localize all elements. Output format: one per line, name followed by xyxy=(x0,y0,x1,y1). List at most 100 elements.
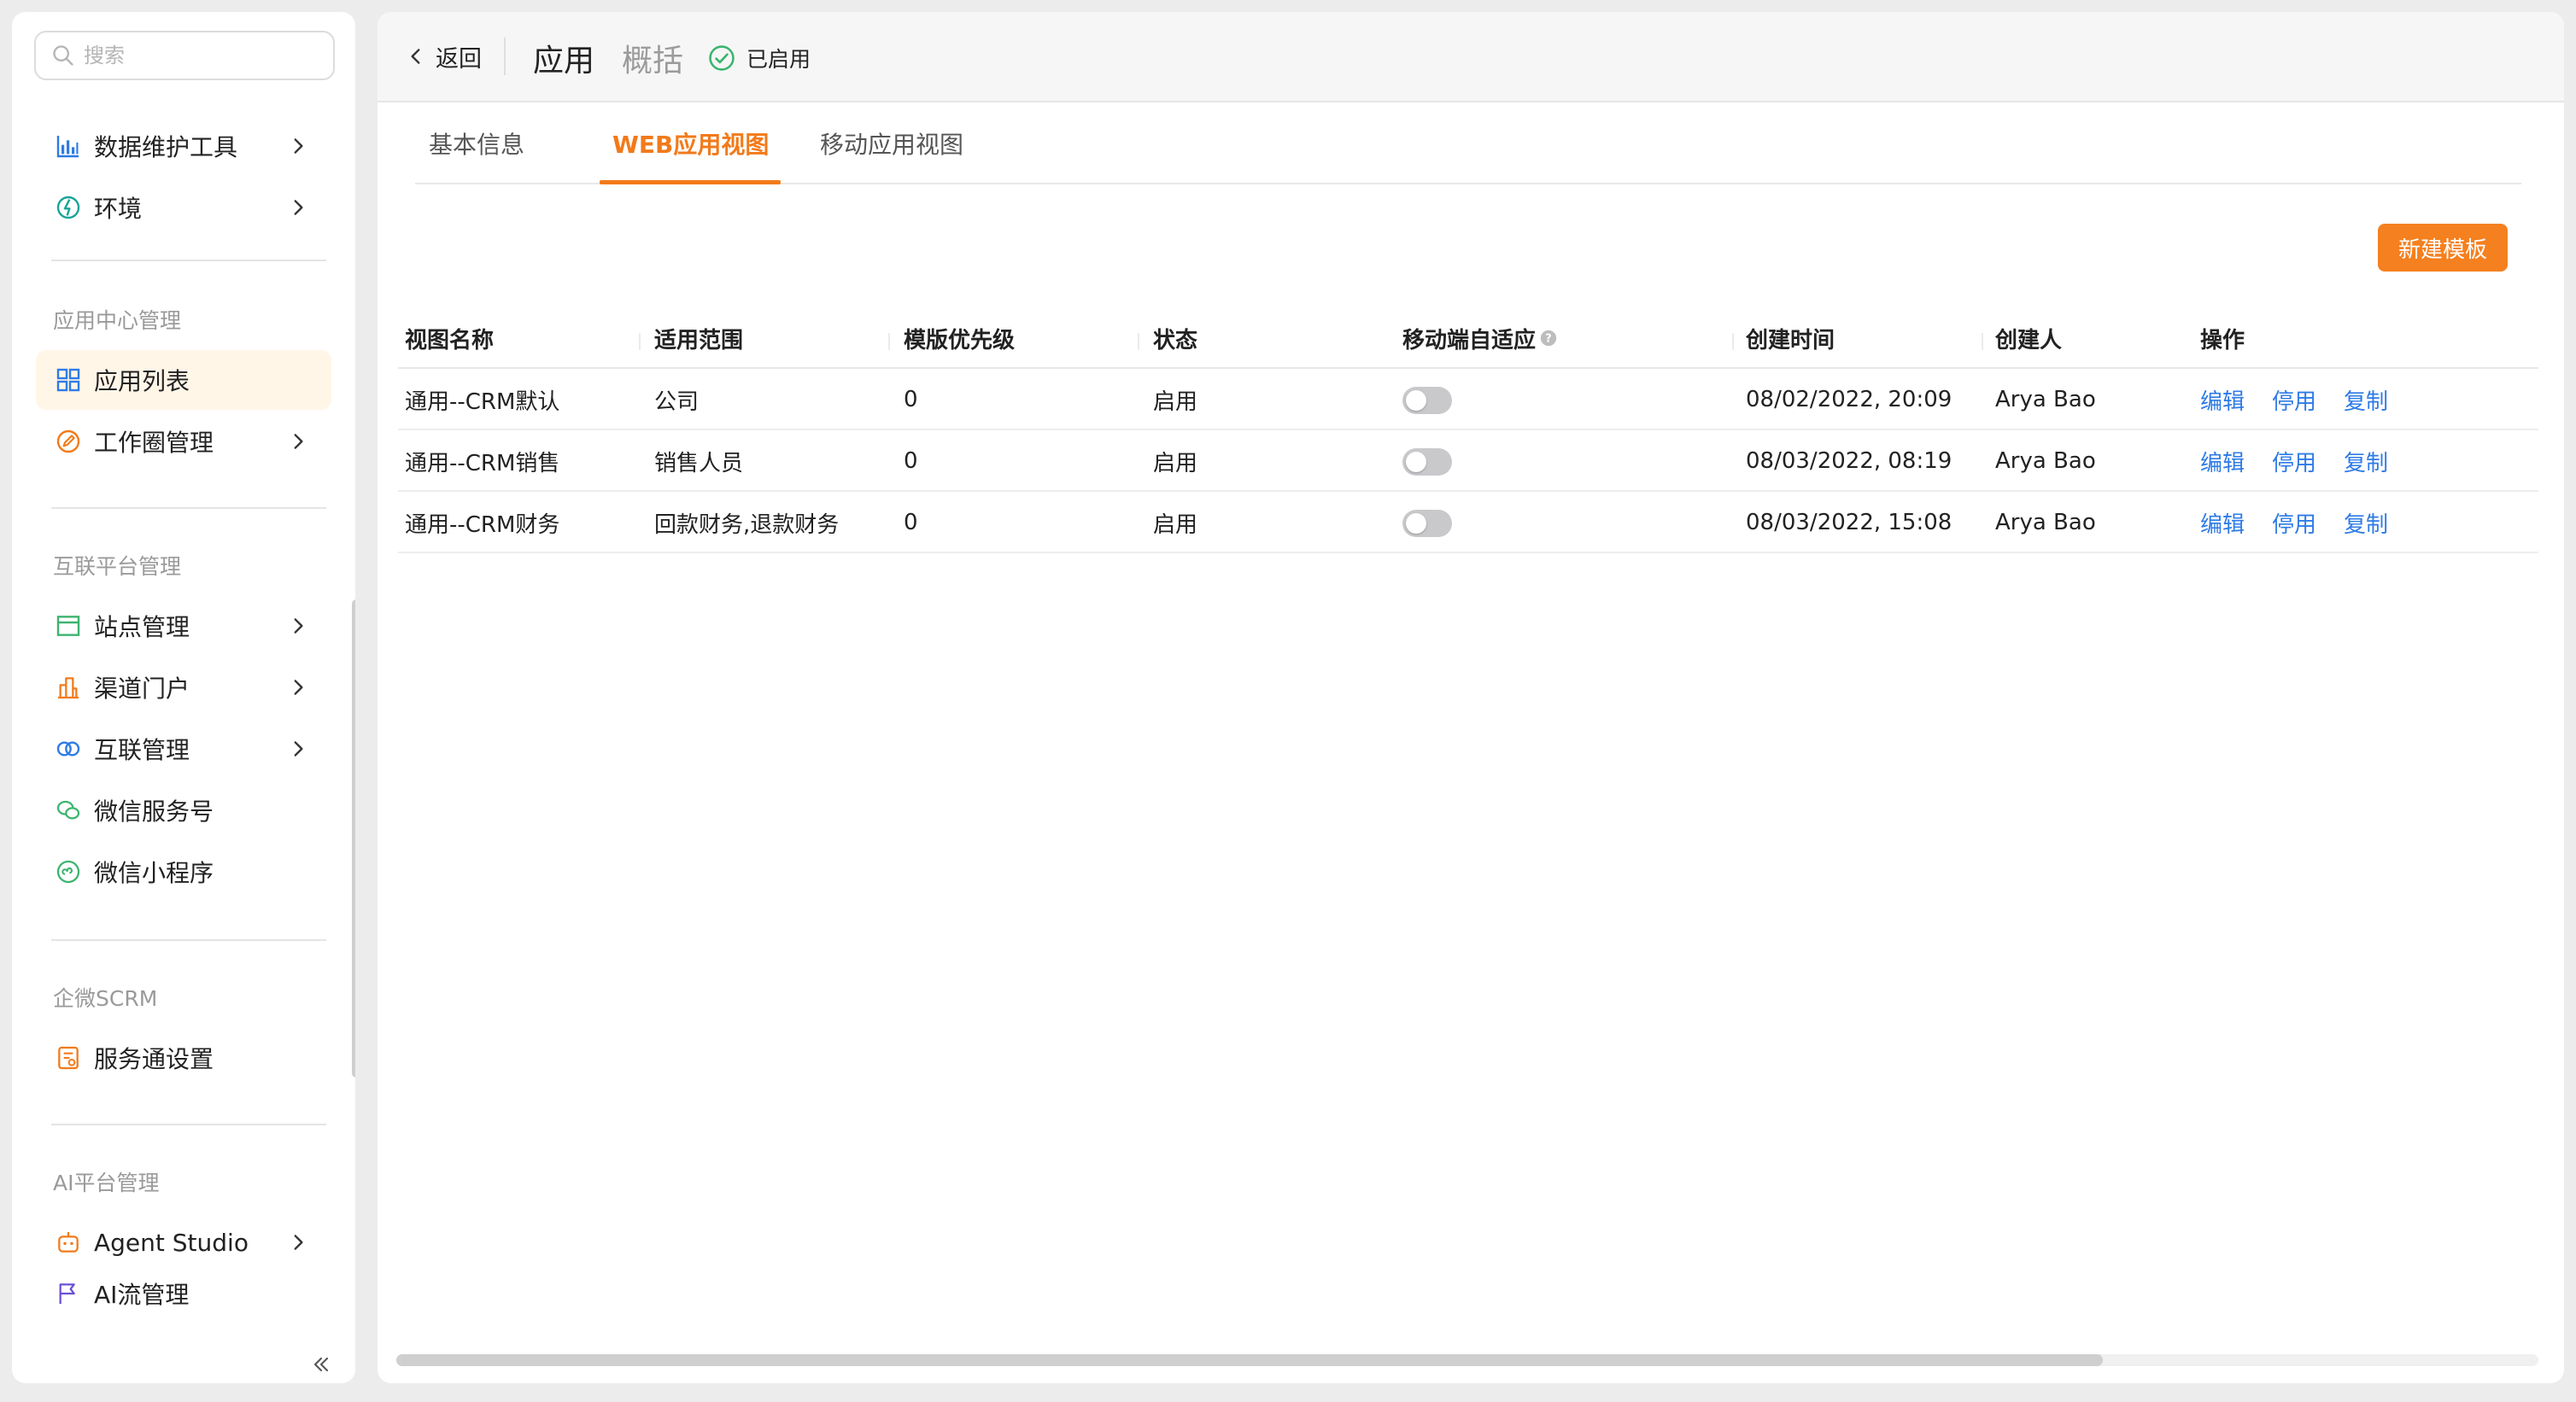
new-template-button[interactable]: 新建模板 xyxy=(2378,224,2508,272)
column-header-mobile-adaptive[interactable]: 移动端自适应 ? xyxy=(1402,307,1558,369)
cell-priority: 0 xyxy=(904,448,918,474)
section-title: 互联平台管理 xyxy=(53,554,182,579)
cell-view-name: 通用--CRM销售 xyxy=(405,450,560,476)
column-divider xyxy=(1732,333,1734,350)
sidebar-item-app-list[interactable]: 应用列表 xyxy=(36,350,331,410)
table-row: 通用--CRM销售 销售人员 0 启用 08/03/2022, 08:19 Ar… xyxy=(398,430,2538,492)
sidebar-item-site[interactable]: 站点管理 xyxy=(36,596,331,656)
cell-scope: 回款财务,退款财务 xyxy=(654,511,840,538)
horizontal-scrollbar-thumb[interactable] xyxy=(396,1354,2103,1366)
page-title: 应用 xyxy=(533,44,595,79)
chevron-right-icon xyxy=(287,615,309,637)
chevron-right-icon xyxy=(287,1231,309,1253)
tab-web-view[interactable]: WEB应用视图 xyxy=(612,102,769,184)
cell-view-name: 通用--CRM财务 xyxy=(405,511,560,538)
column-header-label: 移动端自适应 xyxy=(1402,327,1537,353)
column-header[interactable]: 状态 xyxy=(1153,307,1197,369)
copy-link[interactable]: 复制 xyxy=(2344,492,2388,553)
sidebar-item-label: 服务通设置 xyxy=(94,1045,214,1073)
cell-created-at: 08/03/2022, 15:08 xyxy=(1746,510,1952,535)
sidebar-item-ai-flow[interactable]: AI流管理 xyxy=(36,1272,331,1315)
table-row: 通用--CRM默认 公司 0 启用 08/02/2022, 20:09 Arya… xyxy=(398,369,2538,430)
cell-status: 启用 xyxy=(1153,511,1198,538)
column-divider xyxy=(888,333,890,350)
edit-link[interactable]: 编辑 xyxy=(2200,369,2245,430)
disable-link[interactable]: 停用 xyxy=(2272,369,2316,430)
active-tab-indicator xyxy=(600,180,781,184)
sidebar-item-label: 站点管理 xyxy=(94,613,190,641)
service-settings-icon xyxy=(55,1044,82,1072)
app-window: 数据维护工具 环境 应用中心管理 应用列表 工作圈管理 互联平台管理 xyxy=(0,0,2576,1402)
sidebar-scrollbar[interactable] xyxy=(352,599,355,1078)
copy-link[interactable]: 复制 xyxy=(2344,430,2388,492)
column-header[interactable]: 操作 xyxy=(2200,307,2245,369)
sidebar-item-environment[interactable]: 环境 xyxy=(36,178,331,237)
chevron-right-icon xyxy=(287,738,309,760)
sidebar-item-label: 环境 xyxy=(94,195,143,223)
wechat-icon xyxy=(55,797,82,824)
section-title: AI平台管理 xyxy=(53,1171,160,1195)
copy-link[interactable]: 复制 xyxy=(2344,369,2388,430)
svg-text:?: ? xyxy=(1545,333,1551,346)
column-header[interactable]: 创建时间 xyxy=(1746,307,1835,369)
cell-priority: 0 xyxy=(904,387,918,412)
help-icon[interactable]: ? xyxy=(1539,329,1558,348)
sidebar-item-agent-studio[interactable]: Agent Studio xyxy=(36,1212,331,1272)
sidebar-item-service-settings[interactable]: 服务通设置 xyxy=(36,1028,331,1088)
cell-view-name: 通用--CRM默认 xyxy=(405,388,560,415)
section-title: 应用中心管理 xyxy=(53,308,182,333)
search-input[interactable] xyxy=(84,44,323,67)
sidebar-item-label: 工作圈管理 xyxy=(94,429,214,457)
sidebar-item-label: Agent Studio xyxy=(94,1228,249,1257)
site-icon xyxy=(55,612,82,640)
main-panel: 返回 应用 概括 已启用 基本信息 WEB应用视图 移动应用视图 新建模板 视图… xyxy=(378,12,2564,1383)
divider xyxy=(51,939,326,941)
mobile-adaptive-toggle[interactable] xyxy=(1402,387,1452,414)
column-divider xyxy=(1138,333,1139,350)
link-rings-icon xyxy=(55,735,82,762)
column-divider xyxy=(1982,333,1983,350)
sidebar-item-channel[interactable]: 渠道门户 xyxy=(36,657,331,717)
cell-status: 启用 xyxy=(1153,450,1198,476)
tab-mobile-view[interactable]: 移动应用视图 xyxy=(820,102,963,184)
table-row: 通用--CRM财务 回款财务,退款财务 0 启用 08/03/2022, 15:… xyxy=(398,492,2538,553)
tab-basic-info[interactable]: 基本信息 xyxy=(429,102,524,184)
mobile-adaptive-toggle[interactable] xyxy=(1402,510,1452,537)
divider xyxy=(51,507,326,509)
collapse-sidebar-icon[interactable] xyxy=(309,1352,333,1376)
toggle-knob xyxy=(1406,452,1426,472)
back-button[interactable]: 返回 xyxy=(405,39,482,73)
chevron-right-icon xyxy=(287,430,309,453)
divider xyxy=(51,260,326,261)
disable-link[interactable]: 停用 xyxy=(2272,430,2316,492)
edit-link[interactable]: 编辑 xyxy=(2200,492,2245,553)
column-header[interactable]: 创建人 xyxy=(1995,307,2062,369)
disable-link[interactable]: 停用 xyxy=(2272,492,2316,553)
robot-icon xyxy=(55,1229,82,1256)
sidebar-item-label: 渠道门户 xyxy=(94,675,190,703)
sidebar-item-data-tools[interactable]: 数据维护工具 xyxy=(36,116,331,176)
sidebar-item-workcircle[interactable]: 工作圈管理 xyxy=(36,412,331,471)
cell-scope: 公司 xyxy=(654,388,700,415)
back-label: 返回 xyxy=(436,45,482,73)
page-subtitle: 概括 xyxy=(622,44,684,79)
sidebar-item-wechat-service[interactable]: 微信服务号 xyxy=(36,780,331,840)
divider xyxy=(504,38,506,75)
sidebar-item-label: 微信小程序 xyxy=(94,859,214,887)
cell-created-at: 08/02/2022, 20:09 xyxy=(1746,387,1952,412)
cell-priority: 0 xyxy=(904,510,918,535)
chevron-right-icon xyxy=(287,676,309,698)
sidebar-item-mini-program[interactable]: 微信小程序 xyxy=(36,842,331,902)
mobile-adaptive-toggle[interactable] xyxy=(1402,448,1452,476)
column-header[interactable]: 模版优先级 xyxy=(904,307,1015,369)
search-box[interactable] xyxy=(34,31,335,80)
cell-creator: Arya Bao xyxy=(1995,448,2096,474)
views-table: 视图名称 适用范围 模版优先级 状态 移动端自适应 ? 创建时间 创建人 操作 xyxy=(398,307,2538,553)
edit-link[interactable]: 编辑 xyxy=(2200,430,2245,492)
divider xyxy=(51,1124,326,1125)
column-header[interactable]: 适用范围 xyxy=(654,307,743,369)
status-badge: 已启用 xyxy=(707,43,811,73)
flag-icon xyxy=(55,1280,82,1307)
column-header[interactable]: 视图名称 xyxy=(405,307,494,369)
sidebar-item-interconnect[interactable]: 互联管理 xyxy=(36,719,331,779)
